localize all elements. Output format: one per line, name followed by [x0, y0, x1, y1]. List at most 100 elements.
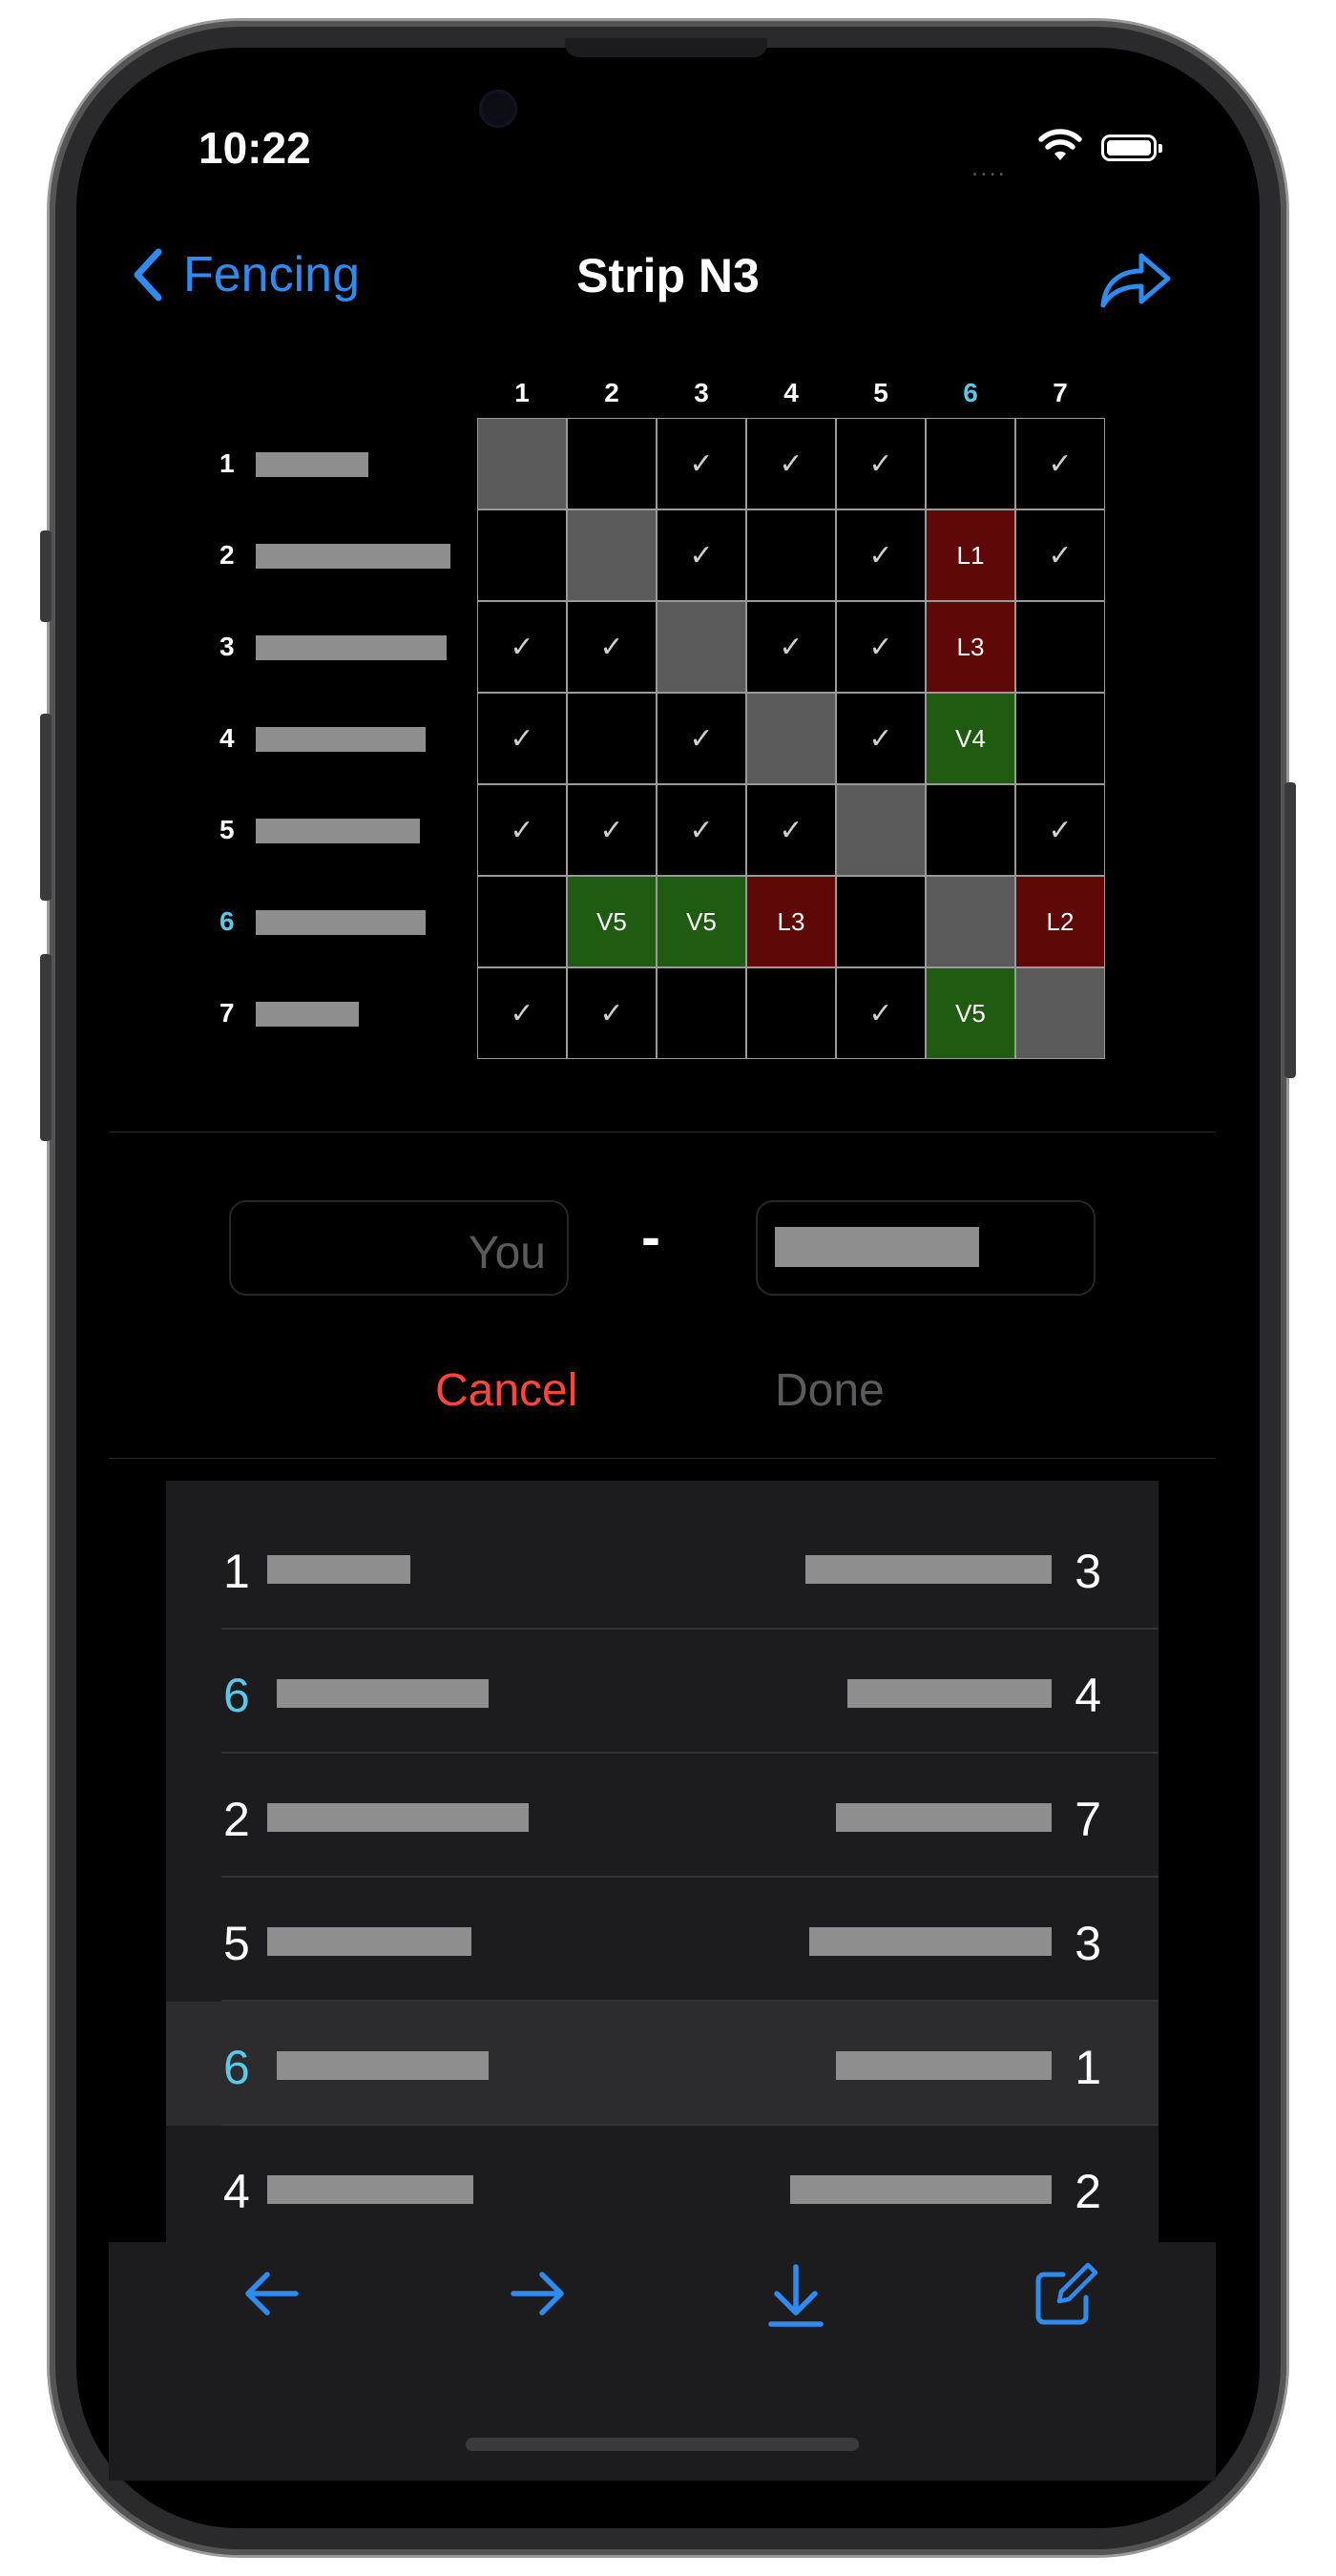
done-button[interactable]: Done	[775, 1364, 885, 1417]
pool-row-number: 2	[219, 540, 235, 570]
bout-row[interactable]: 13	[166, 1506, 1159, 1630]
bout-right-number: 3	[1075, 1545, 1101, 1598]
arrow-right-icon[interactable]	[506, 2261, 571, 2326]
pool-cell-diagonal	[926, 876, 1015, 967]
pool-cell[interactable]: ✓	[1015, 418, 1105, 509]
pool-cell-diagonal	[1015, 967, 1105, 1059]
pool-cell-diagonal	[746, 693, 836, 784]
pool-row-number: 6	[219, 906, 235, 936]
pool-cell[interactable]	[567, 418, 657, 509]
bout-row[interactable]: 61	[166, 2002, 1159, 2126]
fencer-name-redacted	[256, 727, 426, 752]
bout-right-number: 1	[1075, 2041, 1101, 2094]
score-field-right[interactable]	[756, 1200, 1096, 1296]
pool-cell[interactable]	[926, 418, 1015, 509]
pool-cell[interactable]	[746, 509, 836, 601]
pool-cell[interactable]: L1	[926, 509, 1015, 601]
pool-column-header: 2	[604, 378, 619, 407]
score-field-left[interactable]: You	[229, 1200, 569, 1296]
pool-cell-diagonal	[477, 418, 567, 509]
bout-list[interactable]: 136427536142	[166, 1481, 1159, 2244]
bout-row[interactable]: 42	[166, 2126, 1159, 2244]
pool-cell[interactable]: ✓	[567, 784, 657, 876]
pool-cell[interactable]	[1015, 693, 1105, 784]
pool-cell[interactable]: V5	[657, 876, 746, 967]
fencer-name-redacted	[790, 2175, 1052, 2204]
pool-row-number: 4	[219, 723, 235, 753]
home-indicator[interactable]	[466, 2438, 859, 2451]
pool-cell[interactable]: ✓	[477, 601, 567, 693]
fencer-name-redacted	[256, 819, 420, 843]
pool-cell[interactable]	[1015, 601, 1105, 693]
bout-right-number: 2	[1075, 2165, 1101, 2218]
bout-row[interactable]: 64	[166, 1630, 1159, 1754]
pool-cell[interactable]	[746, 967, 836, 1059]
pool-cell[interactable]: ✓	[477, 693, 567, 784]
pool-cell[interactable]: V5	[567, 876, 657, 967]
fencer-name-redacted	[277, 2051, 489, 2080]
fencer-name-redacted	[267, 1927, 471, 1956]
fencer-name-redacted	[847, 1679, 1052, 1708]
pool-row-number: 7	[219, 998, 235, 1028]
fencer-name-redacted	[267, 1803, 529, 1832]
pool-cell[interactable]: ✓	[836, 693, 926, 784]
pool-column-header: 3	[694, 378, 709, 407]
fencer-name-redacted	[805, 1555, 1052, 1584]
camera-icon	[479, 90, 517, 128]
bout-row[interactable]: 27	[166, 1754, 1159, 1878]
bout-left-number: 1	[223, 1545, 250, 1598]
pool-column-header: 7	[1053, 378, 1068, 407]
pool-cell[interactable]: ✓	[836, 418, 926, 509]
pool-cell[interactable]: ✓	[657, 509, 746, 601]
fencer-name-redacted	[267, 2175, 473, 2204]
pool-cell[interactable]	[477, 876, 567, 967]
pool-cell[interactable]: ✓	[567, 967, 657, 1059]
pool-cell[interactable]: V4	[926, 693, 1015, 784]
status-time: 10:22	[198, 123, 311, 173]
fencer-name-redacted	[256, 452, 368, 477]
fencer-name-redacted	[836, 2051, 1052, 2080]
side-button	[40, 954, 52, 1141]
pool-cell[interactable]: ✓	[836, 601, 926, 693]
cancel-button[interactable]: Cancel	[435, 1364, 577, 1417]
pool-cell[interactable]	[657, 967, 746, 1059]
pool-row-number: 1	[219, 448, 235, 478]
pool-cell[interactable]: ✓	[657, 784, 746, 876]
pool-cell[interactable]: ✓	[657, 693, 746, 784]
pool-cell[interactable]: ✓	[477, 784, 567, 876]
fencer-name-redacted	[256, 635, 447, 660]
bout-row[interactable]: 53	[166, 1878, 1159, 2002]
pool-cell[interactable]	[477, 509, 567, 601]
share-icon[interactable]	[1099, 246, 1172, 309]
pool-cell[interactable]	[926, 784, 1015, 876]
bout-right-number: 7	[1075, 1793, 1101, 1846]
pool-cell[interactable]: L3	[926, 601, 1015, 693]
fencer-name-redacted	[256, 910, 426, 935]
pool-cell[interactable]: ✓	[746, 601, 836, 693]
pool-cell[interactable]: L2	[1015, 876, 1105, 967]
pool-cell[interactable]: ✓	[746, 784, 836, 876]
pool-cell[interactable]	[836, 876, 926, 967]
pool-cell[interactable]: ✓	[746, 418, 836, 509]
side-button	[40, 530, 52, 622]
pool-cell[interactable]: ✓	[1015, 509, 1105, 601]
bout-left-number: 2	[223, 1793, 250, 1846]
battery-icon	[1101, 135, 1162, 161]
bout-right-number: 4	[1075, 1669, 1101, 1722]
pool-cell[interactable]: ✓	[567, 601, 657, 693]
bout-right-number: 3	[1075, 1917, 1101, 1970]
pool-cell[interactable]: ✓	[836, 967, 926, 1059]
download-icon[interactable]	[763, 2261, 828, 2330]
arrow-left-icon[interactable]	[239, 2261, 303, 2326]
compose-icon[interactable]	[1031, 2261, 1099, 2330]
pool-cell[interactable]: ✓	[1015, 784, 1105, 876]
pool-cell[interactable]: V5	[926, 967, 1015, 1059]
pool-cell[interactable]	[567, 693, 657, 784]
speaker-notch	[565, 38, 767, 57]
fencer-name-redacted	[267, 1555, 410, 1584]
pool-cell[interactable]: ✓	[477, 967, 567, 1059]
fencer-name-redacted	[277, 1679, 489, 1708]
pool-cell[interactable]: ✓	[836, 509, 926, 601]
pool-cell[interactable]: L3	[746, 876, 836, 967]
pool-cell[interactable]: ✓	[657, 418, 746, 509]
